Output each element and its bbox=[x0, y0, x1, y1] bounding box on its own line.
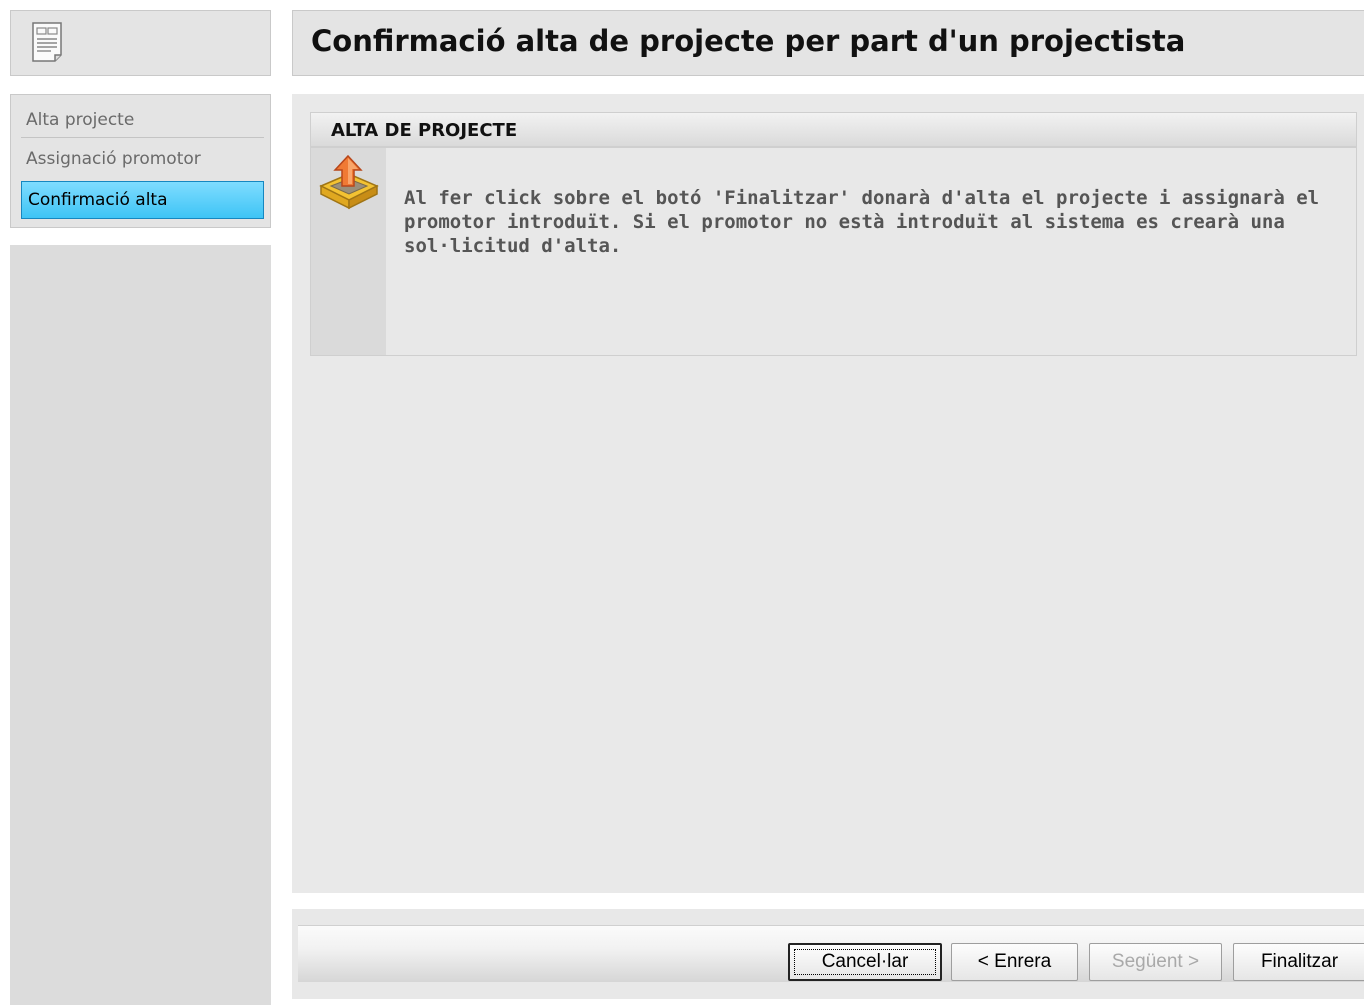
document-icon bbox=[31, 21, 63, 67]
section-header: ALTA DE PROJECTE bbox=[311, 113, 1356, 148]
section-icon-column bbox=[311, 148, 386, 355]
step-alta-projecte[interactable]: Alta projecte bbox=[21, 102, 264, 138]
focus-ring bbox=[794, 949, 936, 975]
wizard-steps-nav: Alta projecte Assignació promotor Confir… bbox=[10, 94, 271, 228]
page-title: Confirmació alta de projecte per part d'… bbox=[311, 24, 1186, 58]
step-assignacio-promotor[interactable]: Assignació promotor bbox=[21, 141, 264, 177]
back-button[interactable]: < Enrera bbox=[951, 943, 1078, 981]
sidebar-filler bbox=[10, 245, 271, 1005]
alta-projecte-section: ALTA DE PROJECTE Al fer click sobre el b… bbox=[310, 112, 1357, 356]
section-title: ALTA DE PROJECTE bbox=[331, 120, 518, 141]
button-bar: Cancel·lar < Enrera Següent > Finalitzar bbox=[292, 909, 1364, 999]
finish-button[interactable]: Finalitzar bbox=[1233, 943, 1364, 981]
confirmation-message: Al fer click sobre el botó 'Finalitzar' … bbox=[404, 187, 1320, 257]
main-content: ALTA DE PROJECTE Al fer click sobre el b… bbox=[292, 94, 1364, 893]
upload-tray-icon bbox=[317, 152, 379, 218]
next-button[interactable]: Següent > bbox=[1089, 943, 1222, 981]
cancel-button[interactable]: Cancel·lar bbox=[788, 943, 942, 981]
step-confirmacio-alta[interactable]: Confirmació alta bbox=[21, 181, 264, 219]
title-bar: Confirmació alta de projecte per part d'… bbox=[292, 10, 1364, 76]
app-icon-panel bbox=[10, 10, 271, 76]
